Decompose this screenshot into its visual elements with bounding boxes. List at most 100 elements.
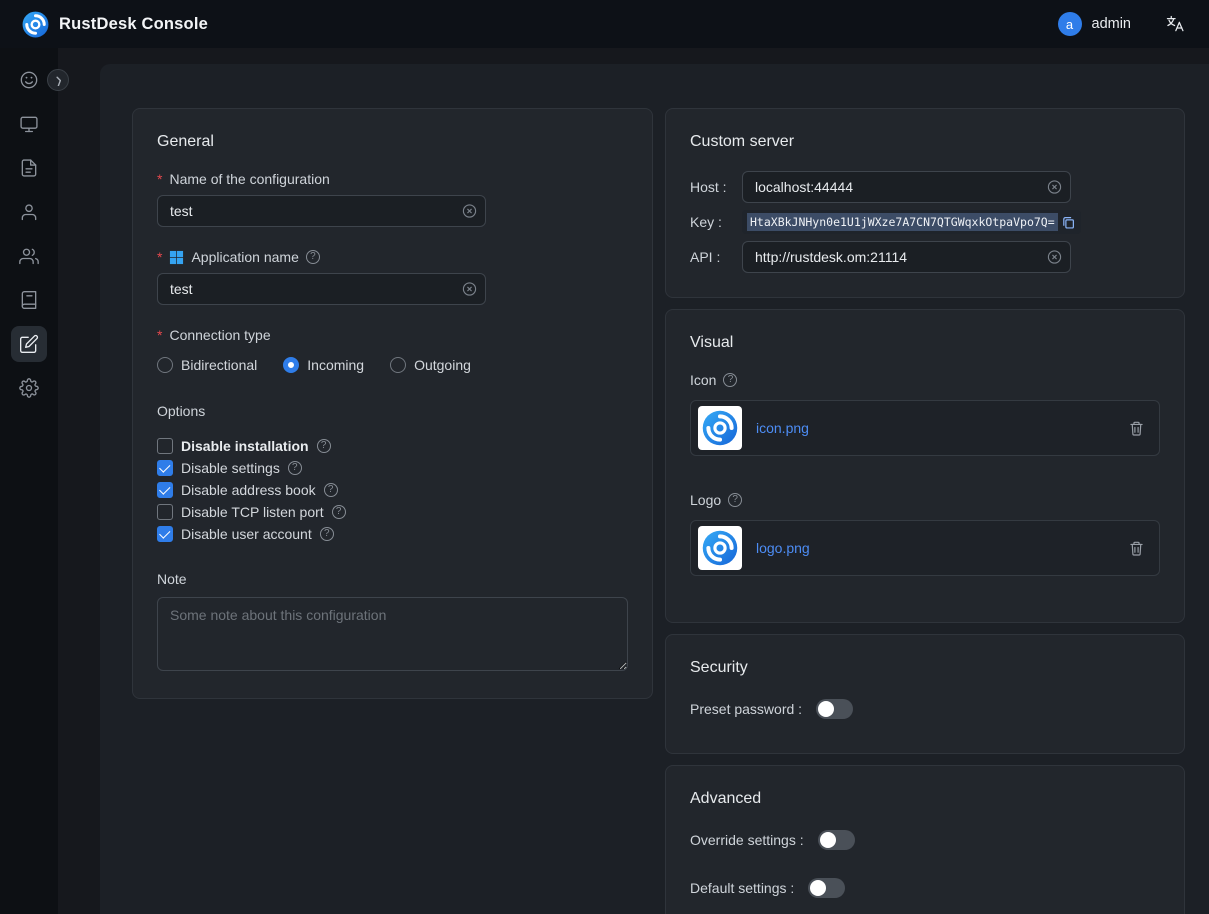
checkbox-disable-user-account[interactable]: Disable user account (157, 523, 628, 545)
key-label: Key : (690, 214, 742, 230)
delete-icon-button[interactable] (1128, 420, 1145, 437)
radio-dot[interactable] (390, 357, 406, 373)
checkbox[interactable] (157, 482, 173, 498)
checkbox-disable-address-book[interactable]: Disable address book (157, 479, 628, 501)
security-title: Security (690, 659, 1160, 677)
app-name-label: Application name (157, 249, 628, 265)
checkbox-disable-tcp-listen-port[interactable]: Disable TCP listen port (157, 501, 628, 523)
key-value: HtaXBkJNHyn0e1U1jWXze7A7CN7QTGWqxkOtpaVp… (747, 213, 1058, 231)
rustdesk-logo-icon (702, 530, 738, 566)
checkbox[interactable] (157, 504, 173, 520)
sidebar-item-dashboard[interactable] (11, 62, 47, 98)
app-name-field (157, 273, 486, 305)
right-column: Custom server Host : Key : HtaXBkJNHyn0e… (665, 108, 1185, 914)
override-settings-toggle[interactable] (818, 830, 855, 850)
sidebar-item-custom-client[interactable] (11, 326, 47, 362)
required-asterisk (157, 327, 162, 343)
document-icon (19, 158, 39, 178)
trash-icon (1128, 540, 1145, 557)
note-textarea[interactable] (157, 597, 628, 671)
rustdesk-logo-icon (702, 410, 738, 446)
logo-thumbnail (698, 526, 742, 570)
visual-title: Visual (690, 334, 1160, 352)
user-avatar[interactable]: a (1058, 12, 1082, 36)
app-title: RustDesk Console (59, 15, 208, 34)
sidebar-item-logs[interactable] (11, 282, 47, 318)
api-label: API : (690, 249, 742, 265)
note-label: Note (157, 571, 628, 587)
clear-icon[interactable] (1047, 250, 1062, 265)
preset-password-label: Preset password : (690, 701, 802, 717)
sidebar-expand-button[interactable] (47, 69, 69, 91)
icon-file-box: icon.png (690, 400, 1160, 456)
host-row: Host : (690, 171, 1160, 203)
smiley-icon (19, 70, 39, 90)
sidebar-item-settings[interactable] (11, 370, 47, 406)
user-icon (19, 202, 39, 222)
user-name[interactable]: admin (1092, 16, 1132, 32)
custom-server-card: Custom server Host : Key : HtaXBkJNHyn0e… (665, 108, 1185, 298)
connection-type-radios: Bidirectional Incoming Outgoing (157, 357, 628, 373)
language-button[interactable] (1165, 14, 1185, 34)
preset-password-row: Preset password : (690, 697, 1160, 721)
edit-icon (19, 334, 39, 354)
checkbox-disable-installation[interactable]: Disable installation (157, 435, 628, 457)
checkbox[interactable] (157, 526, 173, 542)
preset-password-toggle[interactable] (816, 699, 853, 719)
api-input[interactable] (742, 241, 1071, 273)
icon-label: Icon (690, 372, 1160, 388)
default-settings-label: Default settings : (690, 880, 794, 896)
override-settings-label: Override settings : (690, 832, 804, 848)
logo-file-box: logo.png (690, 520, 1160, 576)
help-icon[interactable] (728, 493, 742, 507)
help-icon[interactable] (723, 373, 737, 387)
custom-server-title: Custom server (690, 133, 1160, 151)
left-column: General Name of the configuration (132, 108, 653, 699)
sidebar-item-audit[interactable] (11, 150, 47, 186)
sidebar-item-users[interactable] (11, 194, 47, 230)
sidebar-item-groups[interactable] (11, 238, 47, 274)
help-icon[interactable] (324, 483, 338, 497)
host-field (742, 171, 1071, 203)
options-label: Options (157, 403, 628, 419)
help-icon[interactable] (288, 461, 302, 475)
translate-icon (1165, 14, 1185, 34)
config-name-label: Name of the configuration (157, 171, 628, 187)
help-icon[interactable] (306, 250, 320, 264)
host-input[interactable] (742, 171, 1071, 203)
help-icon[interactable] (317, 439, 331, 453)
delete-logo-button[interactable] (1128, 540, 1145, 557)
app-name-input[interactable] (157, 273, 486, 305)
help-icon[interactable] (332, 505, 346, 519)
copy-icon[interactable] (1061, 215, 1076, 230)
radio-incoming[interactable]: Incoming (283, 357, 364, 373)
icon-file-link[interactable]: icon.png (756, 420, 809, 436)
required-asterisk (157, 171, 162, 187)
radio-dot[interactable] (157, 357, 173, 373)
clear-icon[interactable] (462, 282, 477, 297)
radio-bidirectional[interactable]: Bidirectional (157, 357, 257, 373)
advanced-title: Advanced (690, 790, 1160, 808)
clear-icon[interactable] (462, 204, 477, 219)
host-label: Host : (690, 179, 742, 195)
checkbox-disable-settings[interactable]: Disable settings (157, 457, 628, 479)
api-row: API : (690, 241, 1160, 273)
sidebar-item-devices[interactable] (11, 106, 47, 142)
topbar-right: a admin (1058, 12, 1186, 36)
required-asterisk (157, 249, 162, 265)
key-field: HtaXBkJNHyn0e1U1jWXze7A7CN7QTGWqxkOtpaVp… (742, 210, 1081, 234)
radio-outgoing[interactable]: Outgoing (390, 357, 471, 373)
brand: RustDesk Console (22, 11, 208, 38)
logbook-icon (19, 290, 39, 310)
checkbox[interactable] (157, 460, 173, 476)
help-icon[interactable] (320, 527, 334, 541)
checkbox[interactable] (157, 438, 173, 454)
clear-icon[interactable] (1047, 180, 1062, 195)
default-settings-toggle[interactable] (808, 878, 845, 898)
config-name-input[interactable] (157, 195, 486, 227)
default-settings-row: Default settings : (690, 876, 1160, 900)
logo-file-link[interactable]: logo.png (756, 540, 810, 556)
trash-icon (1128, 420, 1145, 437)
security-card: Security Preset password : (665, 634, 1185, 754)
radio-dot[interactable] (283, 357, 299, 373)
